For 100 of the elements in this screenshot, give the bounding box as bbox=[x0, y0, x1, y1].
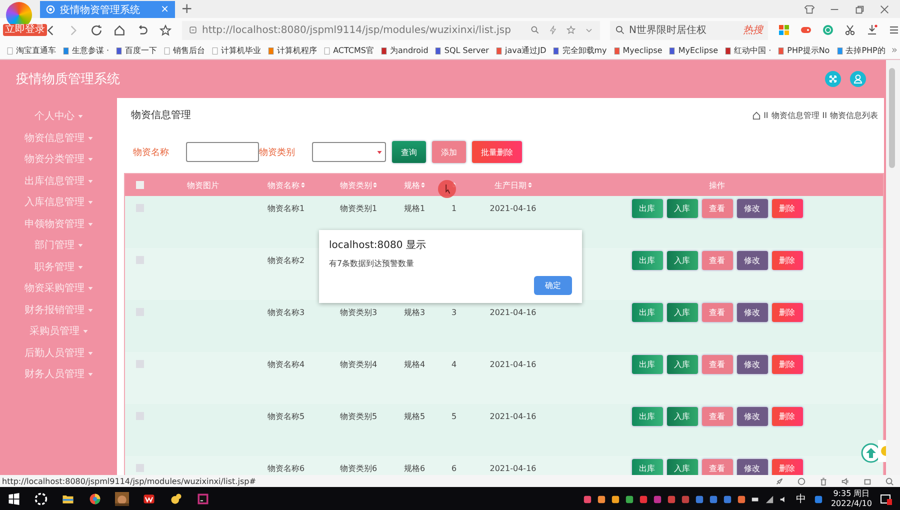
search-button[interactable]: 批量删除 bbox=[472, 141, 522, 163]
action-button[interactable]: 修改 bbox=[736, 354, 768, 374]
row-checkbox[interactable] bbox=[136, 256, 144, 264]
bookmark-item[interactable]: MyEclipse bbox=[668, 46, 718, 55]
notification-icon[interactable] bbox=[880, 493, 892, 505]
action-button[interactable]: 修改 bbox=[736, 406, 768, 426]
window-icon[interactable] bbox=[863, 476, 872, 486]
sidebar-item[interactable]: 出库信息管理 bbox=[24, 174, 92, 188]
more-bookmarks-button[interactable]: » bbox=[891, 45, 900, 56]
sidebar-item[interactable]: 物资采购管理 bbox=[24, 282, 92, 295]
shirt-icon[interactable] bbox=[804, 4, 815, 14]
action-button[interactable]: 删除 bbox=[772, 302, 802, 322]
sidebar-item[interactable]: 个人中心 bbox=[34, 110, 82, 123]
search-button[interactable]: 添加 bbox=[432, 141, 466, 163]
star-icon[interactable] bbox=[159, 24, 172, 36]
sidebar-item[interactable]: 物资信息管理 bbox=[24, 132, 92, 144]
action-button[interactable]: 查看 bbox=[702, 406, 732, 426]
action-button[interactable]: 删除 bbox=[772, 354, 802, 374]
user-icon[interactable] bbox=[850, 71, 866, 87]
category-select[interactable] bbox=[312, 142, 386, 162]
bookmark-item[interactable]: Myeclipse bbox=[612, 46, 662, 55]
bookmark-item[interactable]: 淘宝直通车 bbox=[6, 45, 56, 56]
action-button[interactable]: 删除 bbox=[772, 458, 802, 475]
action-button[interactable]: 修改 bbox=[736, 250, 768, 270]
lightning-icon[interactable] bbox=[548, 25, 558, 35]
sidebar-item[interactable]: 部门管理 bbox=[34, 239, 82, 252]
action-button[interactable]: 删除 bbox=[772, 198, 802, 218]
hot-search-label[interactable]: 热搜 bbox=[743, 23, 763, 37]
confirm-button[interactable]: 确定 bbox=[534, 276, 572, 295]
browser-search-field[interactable]: N世界限时居住权 热搜 bbox=[610, 20, 768, 40]
sidebar-item[interactable]: 申领物资管理 bbox=[24, 218, 92, 230]
close-icon[interactable] bbox=[879, 4, 890, 14]
action-button[interactable]: 出库 bbox=[632, 354, 662, 374]
column-header[interactable]: 物资名称 bbox=[268, 180, 304, 190]
browser-tab[interactable]: 疫情物资管理系统 × bbox=[40, 1, 175, 18]
search-button[interactable]: 查询 bbox=[392, 141, 426, 163]
action-button[interactable]: 入库 bbox=[666, 302, 698, 322]
action-button[interactable]: 查看 bbox=[702, 302, 732, 322]
select-all-checkbox[interactable] bbox=[136, 181, 144, 189]
action-button[interactable]: 查看 bbox=[702, 354, 732, 374]
login-badge[interactable]: 立即登录 bbox=[3, 24, 47, 36]
action-button[interactable]: 入库 bbox=[666, 250, 698, 270]
bookmark-item[interactable]: java通过JD bbox=[494, 45, 546, 56]
row-checkbox[interactable] bbox=[136, 464, 144, 472]
refresh-icon[interactable] bbox=[797, 476, 806, 486]
bookmark-item[interactable]: 完全卸载my bbox=[552, 45, 607, 56]
download-icon[interactable] bbox=[866, 24, 878, 36]
trash-icon[interactable] bbox=[819, 476, 828, 486]
input-method-indicator[interactable]: 中 bbox=[796, 492, 806, 506]
column-header[interactable]: 规格 bbox=[404, 180, 425, 190]
menu-icon[interactable] bbox=[888, 24, 900, 36]
sidebar-item[interactable]: 职务管理 bbox=[34, 260, 82, 274]
bookmark-item[interactable]: 生意参谋 · bbox=[62, 45, 110, 56]
scissors-icon[interactable] bbox=[844, 24, 856, 36]
row-checkbox[interactable] bbox=[136, 360, 144, 368]
windows-start-icon[interactable] bbox=[7, 492, 21, 506]
action-button[interactable]: 出库 bbox=[632, 302, 662, 322]
action-button[interactable]: 修改 bbox=[736, 458, 768, 475]
zoom-icon[interactable] bbox=[885, 476, 894, 486]
undo-icon[interactable] bbox=[136, 24, 149, 36]
action-button[interactable]: 修改 bbox=[736, 302, 768, 322]
speaker-icon[interactable] bbox=[841, 476, 850, 486]
bookmark-item[interactable]: 百度一下 bbox=[115, 45, 158, 56]
fullscreen-icon[interactable] bbox=[825, 71, 841, 87]
sidebar-item[interactable]: 财务人员管理 bbox=[24, 368, 92, 381]
action-button[interactable]: 删除 bbox=[772, 406, 802, 426]
action-button[interactable]: 出库 bbox=[632, 458, 662, 475]
bookmark-item[interactable]: 去掉PHP的 bbox=[836, 45, 886, 56]
new-tab-button[interactable]: + bbox=[181, 1, 193, 18]
action-button[interactable]: 入库 bbox=[666, 198, 698, 218]
battery-icon[interactable] bbox=[750, 494, 760, 504]
bookmark-item[interactable]: PHP提示No bbox=[777, 45, 830, 56]
bookmark-item[interactable]: SQL Server bbox=[434, 46, 489, 55]
sidebar-item[interactable]: 财务报销管理 bbox=[24, 304, 92, 316]
restore-icon[interactable] bbox=[854, 4, 865, 14]
rocket-icon[interactable] bbox=[775, 476, 784, 486]
home-icon[interactable] bbox=[752, 110, 761, 120]
action-button[interactable]: 查看 bbox=[702, 250, 732, 270]
bookmark-item[interactable]: ACTCMS官 bbox=[323, 45, 374, 56]
star-icon[interactable] bbox=[566, 25, 576, 35]
ide-icon[interactable] bbox=[196, 492, 210, 506]
action-button[interactable]: 入库 bbox=[666, 354, 698, 374]
circle-icon[interactable] bbox=[822, 24, 834, 36]
action-button[interactable]: 查看 bbox=[702, 458, 732, 475]
home-icon[interactable] bbox=[113, 24, 126, 36]
gamepad-icon[interactable] bbox=[800, 24, 812, 36]
action-button[interactable]: 出库 bbox=[632, 198, 662, 218]
scrollbar[interactable] bbox=[886, 60, 900, 475]
sidebar-item[interactable]: 物资分类管理 bbox=[24, 153, 92, 166]
network-icon[interactable] bbox=[764, 494, 774, 504]
action-button[interactable]: 入库 bbox=[666, 458, 698, 475]
action-button[interactable]: 修改 bbox=[736, 198, 768, 218]
address-bar[interactable]: http://localhost:8080/jspml9114/jsp/modules/wuzixinxi/list.jsp bbox=[182, 20, 600, 40]
name-input-field[interactable] bbox=[186, 142, 259, 162]
action-button[interactable]: 删除 bbox=[772, 250, 802, 270]
column-header[interactable]: 生产日期 bbox=[494, 180, 532, 190]
bookmark-item[interactable]: 计算机毕业 bbox=[211, 45, 262, 56]
bookmark-item[interactable]: 销售后台 bbox=[163, 45, 206, 56]
bookmark-item[interactable]: 为android bbox=[380, 45, 428, 56]
column-header[interactable]: 物资类别 bbox=[340, 180, 377, 190]
